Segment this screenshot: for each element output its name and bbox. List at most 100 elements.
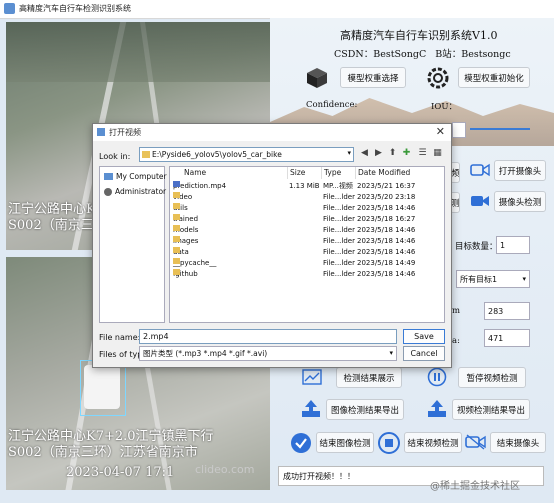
file-row[interactable]: images File...lder 2023/5/18 14:46 [170, 236, 444, 247]
file-date: 2023/5/20 23:18 [357, 192, 415, 203]
file-row[interactable]: __pycache__ File...lder 2023/5/18 14:49 [170, 258, 444, 269]
back-icon[interactable]: ◀ [359, 148, 370, 159]
file-row[interactable]: .github File...lder 2023/5/18 14:46 [170, 269, 444, 280]
chevron-down-icon: ▾ [347, 149, 351, 157]
folder-icon [173, 225, 180, 231]
close-icon[interactable]: ✕ [436, 125, 445, 138]
file-name: prediction.mp4 [173, 181, 226, 192]
filename-input[interactable]: 2.mp4 [139, 329, 397, 344]
camera-off-icon [465, 434, 486, 450]
chart-icon [302, 369, 322, 385]
column-date[interactable]: Date Modified [356, 167, 444, 179]
author-info: CSDN：BestSongC B站：Bestsongc [334, 46, 511, 60]
sidebar-item-my-computer[interactable]: My Computer [104, 172, 167, 181]
folder-icon [173, 192, 180, 198]
file-list: Name Size Type Date Modified prediction.… [169, 166, 445, 323]
folder-icon [173, 203, 180, 209]
detection-box [80, 360, 126, 416]
file-date-text: 2023/5/18 14:46 [357, 270, 416, 278]
target-select[interactable]: 所有目标1 ▾ [456, 270, 530, 288]
value-a-field[interactable]: 283 [484, 302, 530, 320]
list-view-icon[interactable]: ☰ [417, 148, 428, 159]
select-weights-button[interactable]: 模型权重选择 [340, 67, 406, 88]
file-date-text: 2023/5/18 14:46 [357, 204, 416, 212]
file-type: File...lder [323, 192, 355, 203]
bottom-overlay-line3: 2023-04-07 17:1 [66, 465, 175, 480]
look-in-label: Look in: [99, 152, 131, 161]
folder-icon [173, 214, 180, 220]
file-row[interactable]: utils File...lder 2023/5/18 14:46 [170, 203, 444, 214]
gear-icon [427, 67, 449, 89]
file-date: 2023/5/18 14:46 [357, 269, 415, 280]
target-select-value: 所有目标1 [460, 274, 498, 284]
file-date: 2023/5/18 16:27 [357, 214, 415, 225]
file-type: File...lder [323, 225, 355, 236]
csdn-value: BestSongC [373, 49, 427, 60]
video-watermark: clideo.com [195, 463, 255, 476]
dialog-titlebar: 打开视频 ✕ [93, 124, 451, 141]
app-icon [4, 3, 15, 14]
bottom-overlay-line2: S002（南京三环）江苏省南京市 [8, 445, 198, 460]
forward-icon[interactable]: ▶ [373, 148, 384, 159]
end-camera-button[interactable]: 结束摄像头 [490, 432, 546, 453]
file-row[interactable]: models File...lder 2023/5/18 14:46 [170, 225, 444, 236]
new-folder-icon[interactable]: ✚ [401, 148, 412, 159]
video-file-icon [173, 181, 180, 187]
file-date-text: 2023/5/18 14:46 [357, 248, 416, 256]
file-type: File...lder [323, 203, 355, 214]
export-image-result-button[interactable]: 图像检测结果导出 [326, 399, 404, 420]
cube-icon [307, 68, 327, 88]
file-name: images [173, 236, 198, 247]
file-type: File...lder [323, 247, 355, 258]
iou-slider[interactable] [470, 128, 530, 130]
column-type[interactable]: Type [322, 167, 356, 179]
detail-view-icon[interactable]: ▦ [432, 148, 443, 159]
user-icon [104, 187, 112, 196]
export-video-result-button[interactable]: 视频检测结果导出 [452, 399, 530, 420]
file-name: .github [173, 269, 198, 280]
init-weights-button[interactable]: 模型权重初始化 [458, 67, 530, 88]
file-type: MP...视频 [323, 181, 353, 192]
column-name[interactable]: Name [170, 167, 288, 179]
folder-icon [142, 151, 150, 158]
window-title: 高精度汽车自行车检测识别系统 [19, 4, 131, 13]
partial-label-2: a: [452, 336, 460, 346]
file-date: 2023/5/18 14:46 [357, 236, 415, 247]
filetype-select[interactable]: 图片类型 (*.mp3 *.mp4 *.gif *.avi) ▾ [139, 346, 397, 361]
sidebar-item-label: My Computer [116, 172, 167, 181]
open-camera-button[interactable]: 打开摄像头 [494, 160, 546, 181]
camera-detect-icon [471, 196, 489, 206]
file-row[interactable]: data File...lder 2023/5/18 14:46 [170, 247, 444, 258]
pause-video-button[interactable]: 暂停视频检测 [458, 367, 526, 388]
file-row[interactable]: prediction.mp4 1.13 MiB MP...视频 2023/5/21 1… [170, 181, 444, 192]
camera-detect-button[interactable]: 摄像头检测 [494, 191, 546, 212]
file-date-text: 2023/5/20 23:18 [357, 193, 416, 201]
file-date: 2023/5/18 14:46 [357, 247, 415, 258]
file-type: File...lder [323, 258, 355, 269]
file-row[interactable]: trained File...lder 2023/5/18 16:27 [170, 214, 444, 225]
file-type-text: MP...视频 [323, 182, 353, 190]
up-folder-icon[interactable]: ⬆ [387, 148, 398, 159]
path-combo[interactable]: E:\Pyside6_yolov5\yolov5_car_bike ▾ [139, 147, 354, 162]
value-b-field[interactable]: 471 [484, 329, 530, 347]
file-date-text: 2023/5/18 14:49 [357, 259, 416, 267]
file-date: 2023/5/18 14:46 [357, 225, 415, 236]
file-type-text: File...lder [323, 204, 355, 212]
end-video-detect-button[interactable]: 结束视频检测 [404, 432, 462, 453]
pause-icon [427, 367, 447, 387]
end-image-detect-button[interactable]: 结束图像检测 [316, 432, 374, 453]
sidebar-item-administrator[interactable]: Administrator [104, 187, 166, 196]
file-row[interactable]: video File...lder 2023/5/20 23:18 [170, 192, 444, 203]
file-name: models [173, 225, 198, 236]
show-results-button[interactable]: 检测结果展示 [336, 367, 402, 388]
confidence-label: Confidence: [306, 100, 358, 110]
save-button[interactable]: Save [403, 329, 445, 344]
target-count-field[interactable]: 1 [496, 236, 530, 254]
file-date: 2023/5/21 16:37 [357, 181, 415, 192]
file-date-text: 2023/5/21 16:37 [357, 182, 416, 190]
iou-spinbox[interactable] [452, 122, 466, 138]
file-date: 2023/5/18 14:46 [357, 203, 415, 214]
cancel-button[interactable]: Cancel [403, 346, 445, 361]
check-circle-icon [291, 433, 311, 453]
column-size[interactable]: Size [288, 167, 322, 179]
